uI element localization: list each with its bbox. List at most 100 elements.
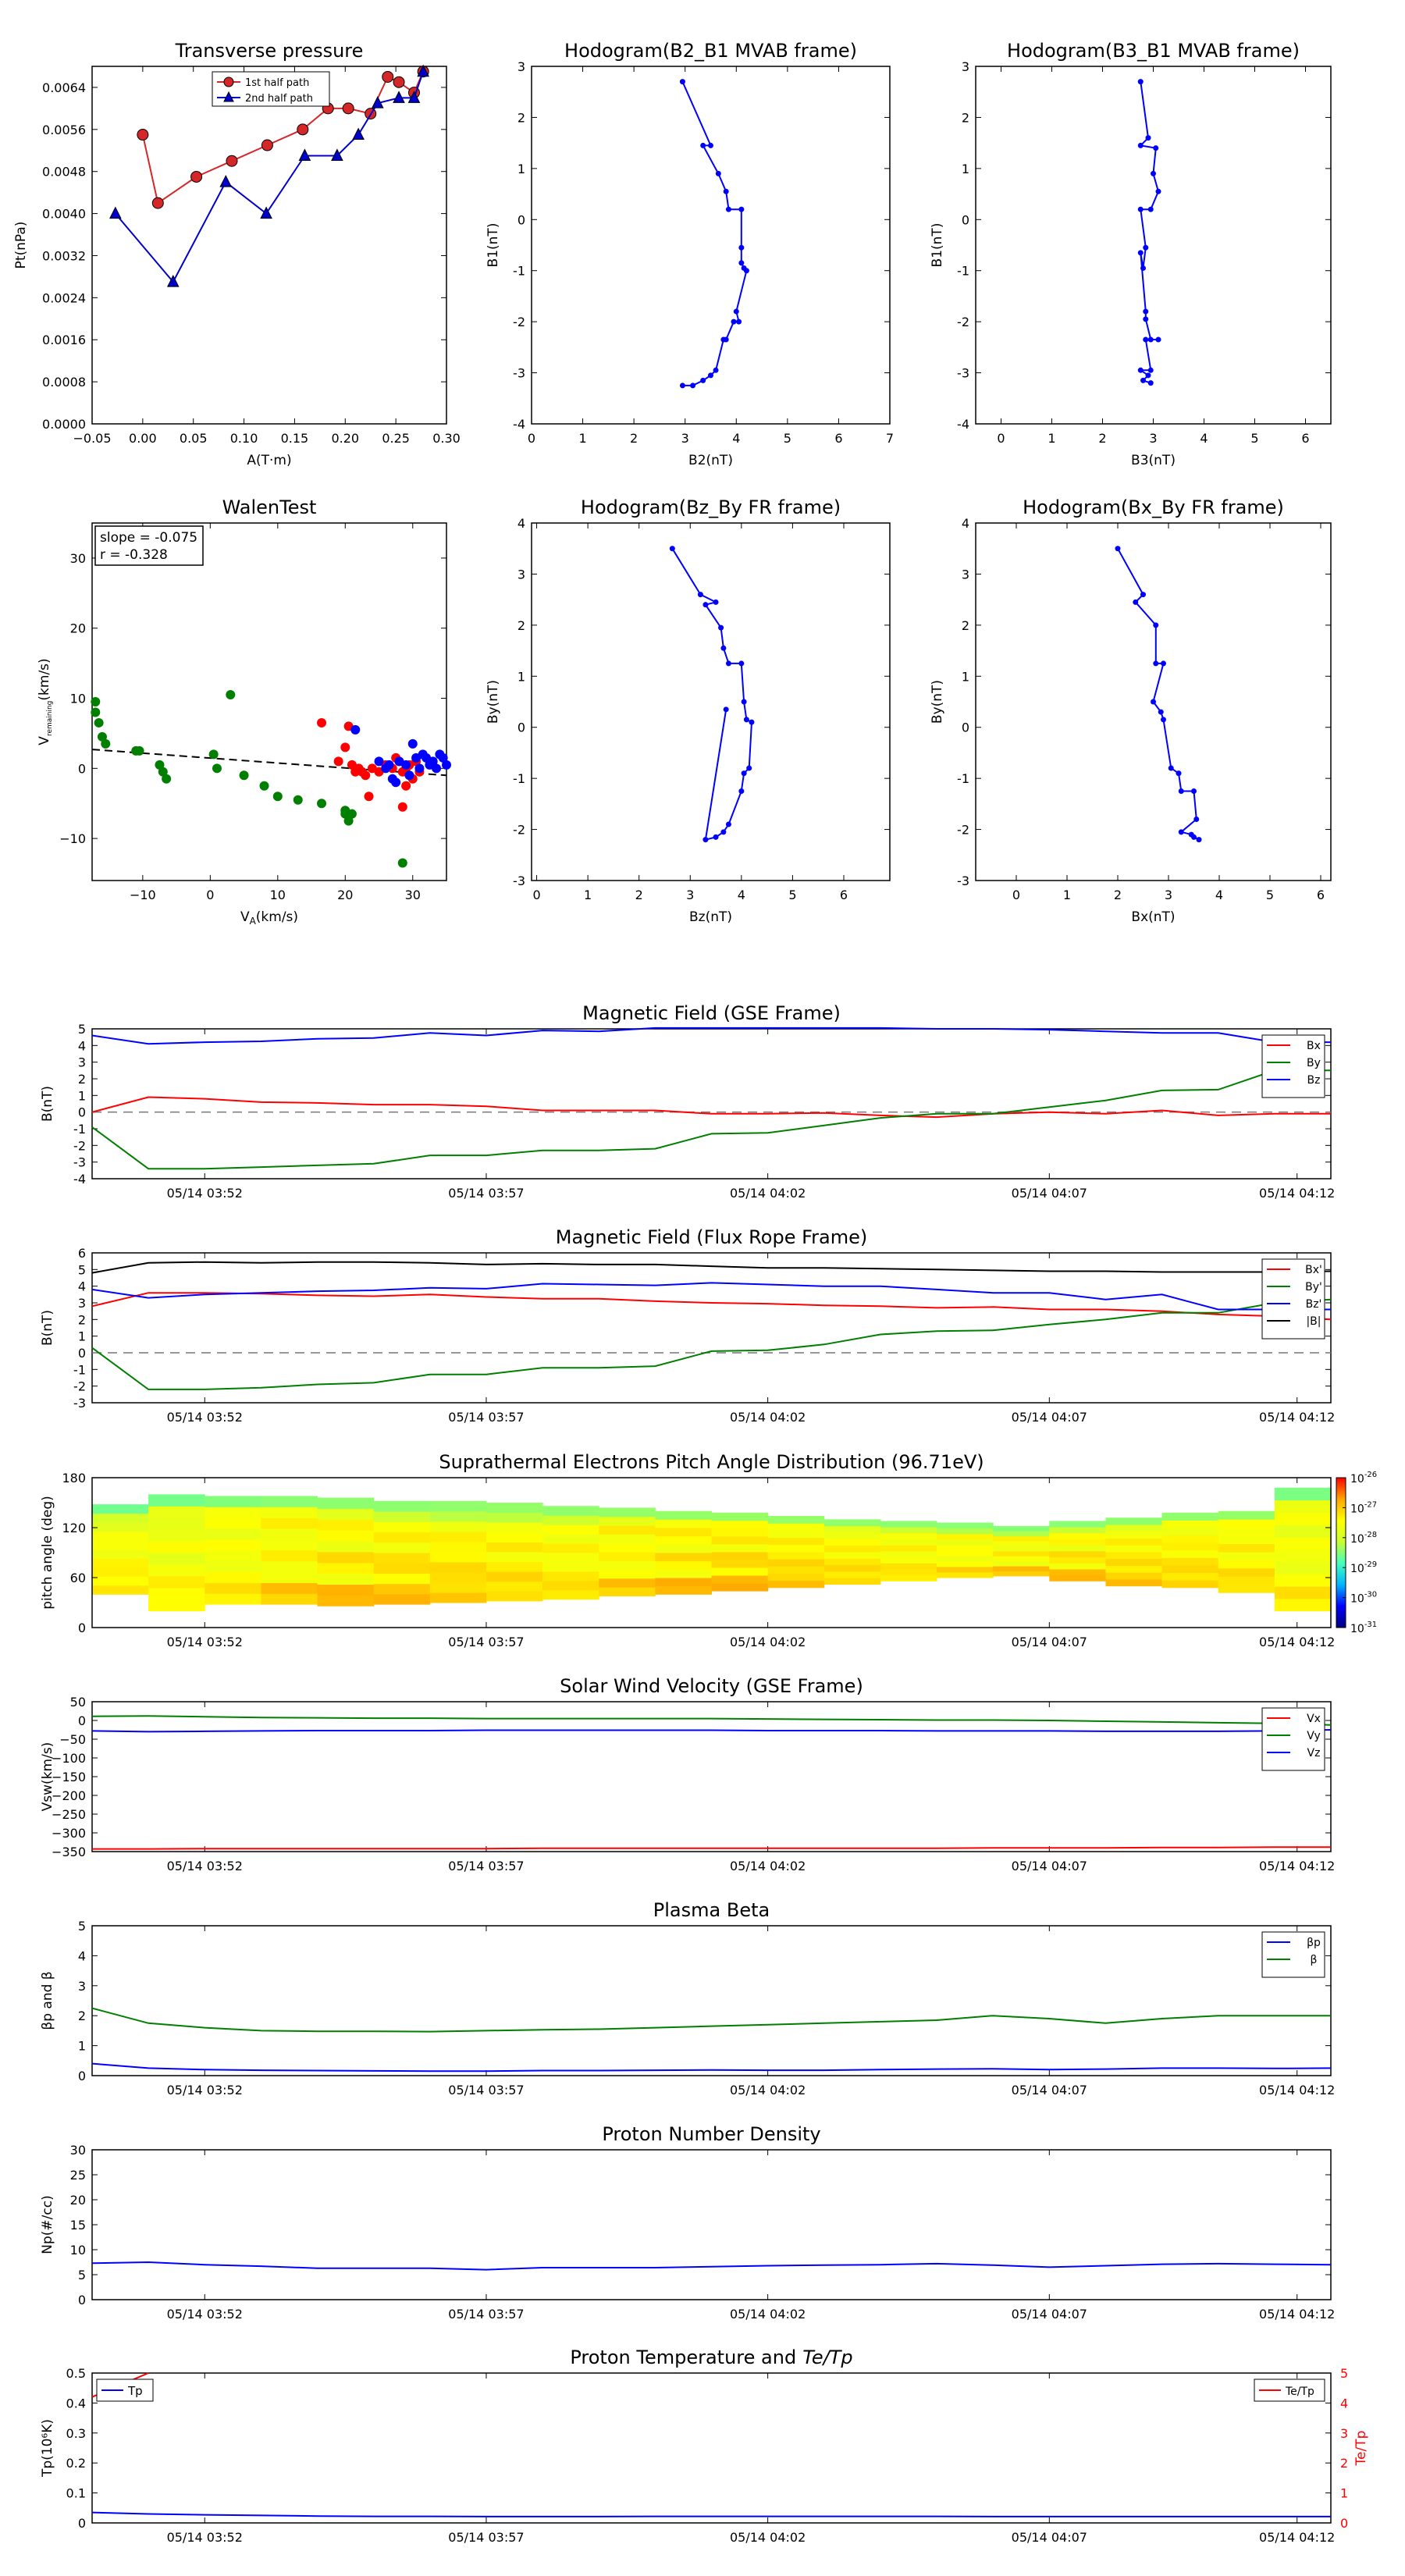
data-point — [1147, 206, 1154, 212]
y-tick-label: 0.0008 — [42, 375, 86, 390]
heatmap-cell — [1161, 1520, 1219, 1528]
y-tick-label: 1 — [962, 669, 969, 684]
heatmap-cell — [937, 1522, 994, 1529]
series-line-By — [91, 1069, 1331, 1170]
x-tick-label: 0 — [206, 888, 214, 902]
data-point — [708, 142, 713, 148]
legend-label: Bz' — [1306, 1298, 1322, 1311]
np-plot-frame — [91, 2149, 1332, 2300]
data-point — [720, 829, 727, 835]
data-point — [700, 377, 706, 383]
heatmap-cell — [1218, 1527, 1275, 1536]
legend-label: 2nd half path — [245, 93, 313, 105]
y-tick-label: 2 — [78, 1072, 86, 1087]
data-point — [1140, 265, 1146, 271]
data-point — [384, 760, 394, 770]
x-tick-label: 05/14 03:57 — [448, 2083, 524, 2097]
heatmap-cell — [937, 1550, 994, 1557]
heatmap-cell — [261, 1550, 318, 1562]
colorbar-tick-exp: -30 — [1364, 1591, 1377, 1599]
heatmap-cell — [317, 1562, 375, 1574]
y-tick-label: -3 — [513, 366, 525, 381]
hodogram-path — [681, 81, 748, 386]
y-tick-label: 4 — [962, 516, 969, 531]
heatmap-cell — [823, 1545, 881, 1553]
heatmap-cell — [1105, 1545, 1163, 1553]
x-tick-label: 05/14 03:57 — [448, 1186, 524, 1201]
y-tick-label: 0.0032 — [42, 248, 86, 263]
heatmap-cell — [1218, 1560, 1275, 1569]
heatmap-cell — [993, 1550, 1050, 1557]
heatmap-cell — [148, 1506, 205, 1518]
heatmap-cell — [823, 1519, 881, 1527]
legend-label: By — [1307, 1057, 1321, 1069]
x-tick-label: 10 — [270, 888, 286, 902]
legend-label: Bz — [1307, 1074, 1321, 1087]
y-tick-label: 0 — [518, 212, 525, 227]
x-tick-label: 6 — [1317, 888, 1325, 902]
x-tick-label: 20 — [337, 888, 353, 902]
heatmap-cell — [767, 1580, 825, 1589]
heatmap-cell — [205, 1517, 261, 1529]
data-point — [151, 197, 164, 209]
y-axis-label: Vremaining(km/s) — [37, 658, 54, 745]
colorbar-tick-base: 10 — [1350, 1473, 1364, 1485]
heatmap-cell — [1274, 1525, 1332, 1538]
heatmap-cell — [937, 1528, 994, 1535]
data-point — [1137, 142, 1144, 148]
x-tick-label: 05/14 03:52 — [167, 1410, 243, 1425]
y-tick-label: 0 — [78, 2293, 86, 2307]
x-tick-label: 05/14 04:12 — [1259, 2307, 1335, 2322]
y-tick-label: 2 — [518, 618, 525, 633]
x-tick-label: 05/14 03:57 — [448, 2530, 524, 2545]
x-tick-label: 05/14 04:07 — [1012, 2307, 1087, 2322]
right-y-tick-label: 4 — [1340, 2396, 1348, 2411]
colorbar-tick-exp: -26 — [1364, 1471, 1377, 1479]
heatmap-cell — [1161, 1580, 1219, 1589]
heatmap-cell — [317, 1530, 375, 1542]
y-tick-label: 5 — [78, 2268, 86, 2282]
y-tick-label: −50 — [59, 1732, 86, 1747]
x-tick-label: 3 — [686, 888, 694, 902]
heatmap-cell — [317, 1573, 375, 1585]
heatmap-cell — [92, 1567, 149, 1577]
colorbar-tick-label: 10-28 — [1350, 1531, 1377, 1546]
x-tick-label: 05/14 03:52 — [167, 2307, 243, 2322]
heatmap-cell — [486, 1561, 543, 1572]
data-point — [1137, 367, 1144, 373]
heatmap-cell — [205, 1571, 261, 1583]
data-point — [261, 139, 273, 151]
data-point — [1155, 188, 1161, 194]
y-tick-label: 1 — [78, 1088, 86, 1103]
data-point — [669, 546, 675, 552]
y-axis-label: Vsw(km/s) — [40, 1742, 55, 1812]
heatmap-cell — [486, 1503, 543, 1514]
series-line-Vx — [92, 1846, 1331, 1850]
heatmap-cell — [1274, 1487, 1332, 1501]
data-point — [702, 837, 709, 843]
x-tick-label: 05/14 04:12 — [1259, 1859, 1335, 1873]
data-point — [1178, 788, 1184, 794]
heatmap-cell — [1049, 1568, 1106, 1576]
data-point — [1161, 660, 1166, 667]
y-tick-label: 5 — [78, 1919, 86, 1934]
x-tick-label: 0 — [528, 431, 535, 446]
data-point — [1147, 367, 1154, 373]
heatmap-cell — [1218, 1543, 1275, 1553]
x-tick-label: 4 — [1200, 431, 1208, 446]
chart-title: Plasma Beta — [653, 1899, 770, 1921]
y-tick-label: 0 — [78, 1346, 86, 1361]
heatmap-cell — [486, 1581, 543, 1592]
heatmap-cell — [1274, 1586, 1332, 1599]
chart-title: Suprathermal Electrons Pitch Angle Distr… — [439, 1451, 984, 1473]
y-tick-label: -2 — [73, 1379, 86, 1394]
y-tick-label: 2 — [78, 2008, 86, 2023]
x-tick-label: 2 — [1114, 888, 1122, 902]
chart-title: Hodogram(Bz_By FR frame) — [581, 496, 841, 518]
chart-title: Hodogram(Bx_By FR frame) — [1023, 496, 1284, 518]
data-point — [741, 770, 747, 777]
y-tick-label: 3 — [962, 59, 969, 74]
heatmap-cell — [486, 1512, 543, 1523]
data-point — [432, 763, 442, 774]
colorbar-tick-label: 10-27 — [1350, 1500, 1377, 1515]
